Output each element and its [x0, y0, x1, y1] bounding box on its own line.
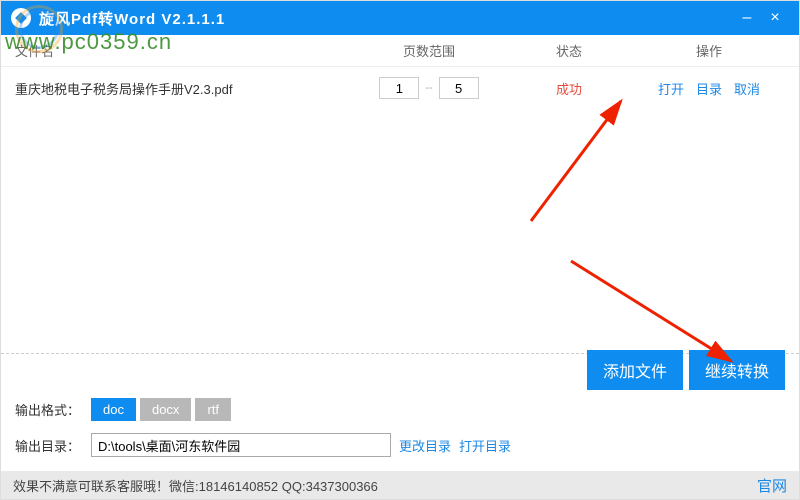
dir-link[interactable]: 目录 [696, 79, 722, 98]
bottom-panel: 添加文件 继续转换 输出格式： doc docx rtf 输出目录： 更改目录 … [1, 353, 799, 471]
status-text: 效果不满意可联系客服哦！微信:18146140852 QQ:3437300366 [13, 476, 378, 495]
page-range: -- [349, 77, 509, 99]
titlebar: 旋风Pdf转Word V2.1.1.1 – × [1, 1, 799, 35]
app-logo-icon [11, 8, 31, 28]
add-file-button[interactable]: 添加文件 [587, 350, 683, 390]
range-separator: -- [425, 82, 432, 94]
format-label: 输出格式： [15, 400, 91, 419]
status-badge: 成功 [509, 79, 629, 98]
format-doc-button[interactable]: doc [91, 398, 136, 421]
page-from-input[interactable] [379, 77, 419, 99]
official-site-link[interactable]: 官网 [757, 475, 787, 496]
format-docx-button[interactable]: docx [140, 398, 191, 421]
table-header: 文件名 页数范围 状态 操作 [1, 35, 799, 67]
statusbar: 效果不满意可联系客服哦！微信:18146140852 QQ:3437300366… [1, 471, 799, 499]
cancel-link[interactable]: 取消 [734, 79, 760, 98]
open-dir-link[interactable]: 打开目录 [459, 436, 511, 455]
header-filename: 文件名 [11, 41, 349, 60]
page-to-input[interactable] [439, 77, 479, 99]
app-title: 旋风Pdf转Word V2.1.1.1 [39, 8, 225, 29]
header-range: 页数范围 [349, 41, 509, 60]
format-rtf-button[interactable]: rtf [195, 398, 231, 421]
format-row: 输出格式： doc docx rtf [15, 398, 785, 421]
continue-convert-button[interactable]: 继续转换 [689, 350, 785, 390]
table-row: 重庆地税电子税务局操作手册V2.3.pdf -- 成功 打开 目录 取消 [1, 67, 799, 109]
annotation-arrow-icon [511, 91, 661, 231]
close-button[interactable]: × [761, 9, 789, 27]
header-status: 状态 [509, 41, 629, 60]
output-dir-label: 输出目录： [15, 436, 91, 455]
open-link[interactable]: 打开 [658, 79, 684, 98]
action-buttons: 添加文件 继续转换 [587, 350, 785, 390]
file-name: 重庆地税电子税务局操作手册V2.3.pdf [11, 79, 349, 98]
header-ops: 操作 [629, 41, 789, 60]
change-dir-link[interactable]: 更改目录 [399, 436, 451, 455]
output-dir-row: 输出目录： 更改目录 打开目录 [15, 433, 785, 457]
row-actions: 打开 目录 取消 [629, 79, 789, 98]
output-dir-input[interactable] [91, 433, 391, 457]
minimize-button[interactable]: – [733, 9, 761, 27]
